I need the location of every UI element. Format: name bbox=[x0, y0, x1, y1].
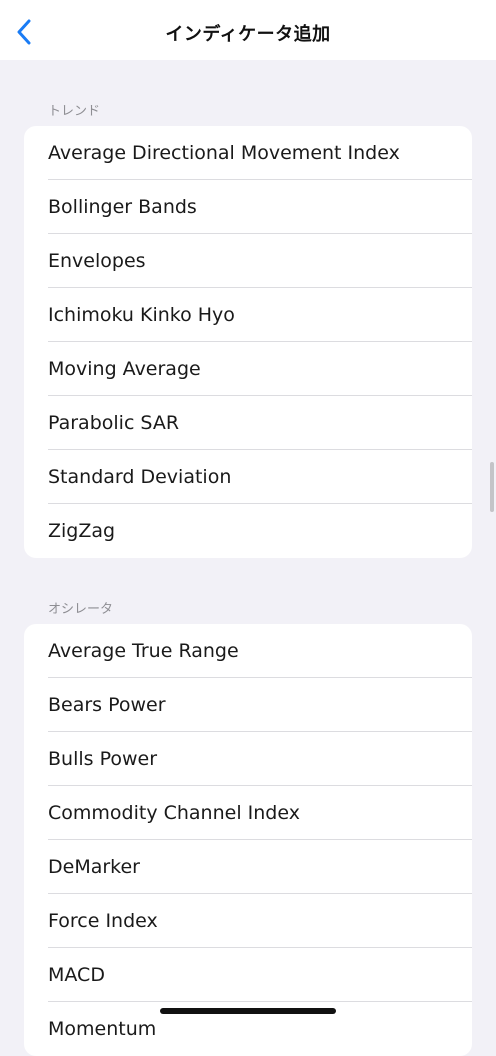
list-item[interactable]: ZigZag bbox=[24, 504, 472, 558]
list-item[interactable]: Average True Range bbox=[24, 624, 472, 678]
scrollbar[interactable] bbox=[490, 462, 494, 512]
list-item[interactable]: Average Directional Movement Index bbox=[24, 126, 472, 180]
list-item[interactable]: Parabolic SAR bbox=[24, 396, 472, 450]
list-item[interactable]: Bulls Power bbox=[24, 732, 472, 786]
page-title: インディケータ追加 bbox=[165, 24, 331, 45]
list-item[interactable]: Bollinger Bands bbox=[24, 180, 472, 234]
section-header-trend: トレンド bbox=[48, 104, 101, 119]
list-item[interactable]: DeMarker bbox=[24, 840, 472, 894]
list-item[interactable]: MACD bbox=[24, 948, 472, 1002]
oscillator-indicator-list: Average True Range Bears Power Bulls Pow… bbox=[24, 624, 472, 1056]
list-item[interactable]: Standard Deviation bbox=[24, 450, 472, 504]
section-header-oscillator: オシレータ bbox=[48, 602, 114, 617]
list-item[interactable]: Commodity Channel Index bbox=[24, 786, 472, 840]
list-item[interactable]: Force Index bbox=[24, 894, 472, 948]
home-indicator[interactable] bbox=[160, 1008, 336, 1014]
list-item[interactable]: Bears Power bbox=[24, 678, 472, 732]
trend-indicator-list: Average Directional Movement Index Bolli… bbox=[24, 126, 472, 558]
navigation-bar: インディケータ追加 bbox=[0, 0, 496, 60]
list-item[interactable]: Ichimoku Kinko Hyo bbox=[24, 288, 472, 342]
list-item[interactable]: Moving Average bbox=[24, 342, 472, 396]
list-item[interactable]: Envelopes bbox=[24, 234, 472, 288]
